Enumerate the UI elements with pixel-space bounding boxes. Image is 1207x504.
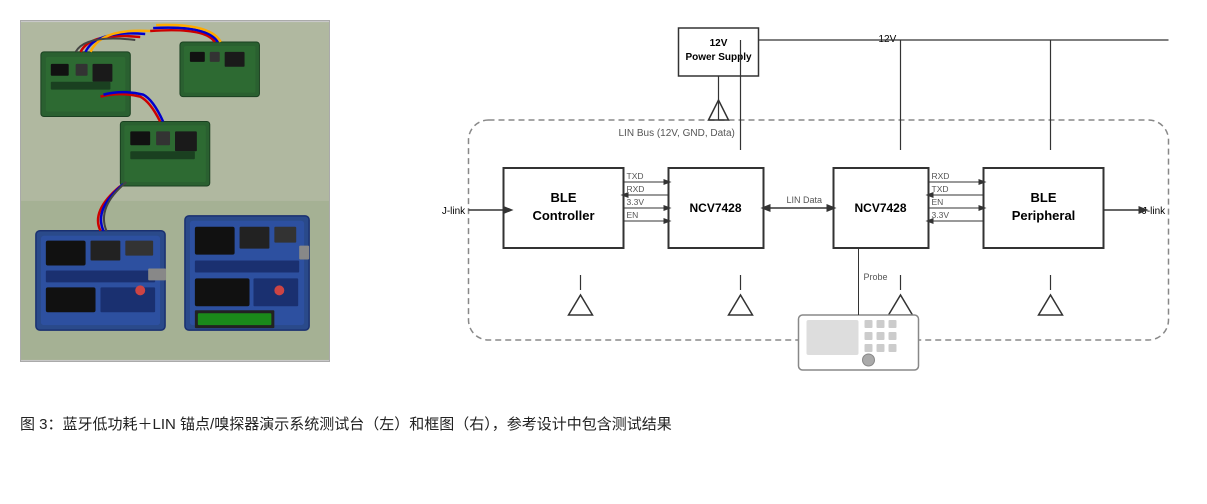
page-container: LIN Bus (12V, GND, Data) 12V Power Suppl…	[20, 20, 1187, 437]
svg-text:RXD: RXD	[932, 171, 950, 181]
svg-text:Probe: Probe	[864, 272, 888, 282]
svg-text:Controller: Controller	[532, 208, 594, 223]
svg-text:RXD: RXD	[627, 184, 645, 194]
svg-text:BLE: BLE	[1031, 190, 1057, 205]
svg-text:J-link: J-link	[1142, 206, 1166, 217]
svg-text:Peripheral: Peripheral	[1012, 208, 1076, 223]
caption-text: 图 3：蓝牙低功耗＋LIN 锚点/嗅探器演示系统测试台（左）和框图（右），参考设…	[20, 416, 672, 433]
svg-text:EN: EN	[932, 197, 944, 207]
diagram-area: LIN Bus (12V, GND, Data) 12V Power Suppl…	[350, 20, 1187, 385]
svg-text:NCV7428: NCV7428	[854, 201, 906, 215]
svg-text:Power Supply: Power Supply	[685, 52, 752, 63]
svg-text:NCV7428: NCV7428	[689, 201, 741, 215]
figure-caption: 图 3：蓝牙低功耗＋LIN 锚点/嗅探器演示系统测试台（左）和框图（右），参考设…	[20, 409, 1187, 437]
system-diagram: LIN Bus (12V, GND, Data) 12V Power Suppl…	[350, 20, 1187, 380]
svg-text:TXD: TXD	[627, 171, 644, 181]
top-section: LIN Bus (12V, GND, Data) 12V Power Suppl…	[20, 20, 1187, 385]
svg-text:TXD: TXD	[932, 184, 949, 194]
svg-text:BLE: BLE	[551, 190, 577, 205]
svg-text:LIN Data: LIN Data	[787, 195, 823, 205]
svg-text:J-link: J-link	[442, 206, 466, 217]
svg-text:LIN Bus (12V, GND, Data): LIN Bus (12V, GND, Data)	[619, 128, 735, 139]
svg-text:3.3V: 3.3V	[627, 197, 645, 207]
svg-text:12V: 12V	[710, 38, 728, 49]
svg-text:3.3V: 3.3V	[932, 210, 950, 220]
svg-text:EN: EN	[627, 210, 639, 220]
photo-area	[20, 20, 330, 362]
